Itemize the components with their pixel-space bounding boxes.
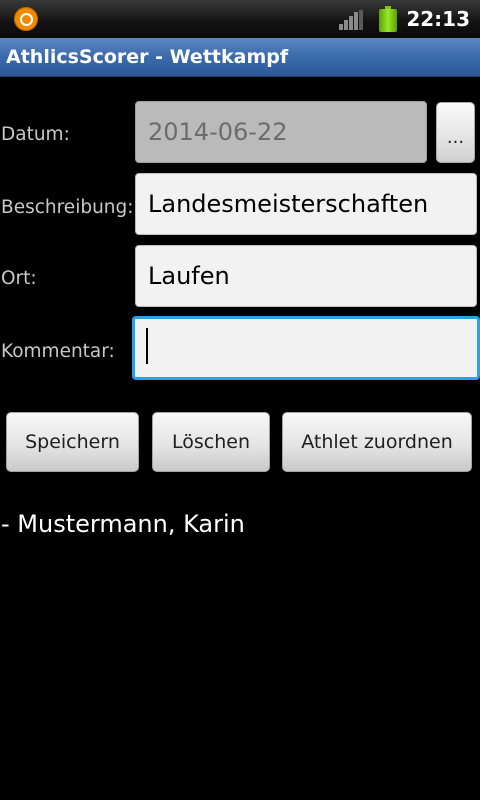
assign-athlete-button[interactable]: Athlet zuordnen bbox=[282, 412, 472, 472]
description-field[interactable]: Landesmeisterschaften bbox=[135, 173, 477, 235]
location-field[interactable]: Laufen bbox=[135, 245, 477, 307]
signal-icon bbox=[339, 10, 363, 30]
comment-field[interactable] bbox=[132, 316, 480, 380]
athlete-list: - Mustermann, Karin bbox=[0, 508, 480, 540]
title-bar: AthlicsScorer - Wettkampf bbox=[0, 38, 480, 77]
app-notification-icon bbox=[14, 7, 38, 31]
status-bar: 22:13 bbox=[0, 0, 480, 39]
text-cursor bbox=[146, 328, 148, 364]
comment-label: Kommentar: bbox=[1, 341, 115, 362]
date-field: 2014-06-22 bbox=[135, 101, 427, 163]
location-label: Ort: bbox=[1, 268, 37, 289]
description-label: Beschreibung: bbox=[1, 197, 134, 218]
battery-icon bbox=[379, 6, 397, 32]
save-button[interactable]: Speichern bbox=[6, 412, 139, 472]
date-label: Datum: bbox=[1, 124, 70, 145]
delete-button[interactable]: Löschen bbox=[152, 412, 270, 472]
app-screen: 22:13 AthlicsScorer - Wettkampf Datum: 2… bbox=[0, 0, 480, 800]
date-picker-button[interactable]: ... bbox=[436, 102, 475, 163]
status-clock: 22:13 bbox=[406, 7, 470, 31]
athlete-list-item[interactable]: - Mustermann, Karin bbox=[0, 508, 480, 540]
page-title: AthlicsScorer - Wettkampf bbox=[6, 46, 289, 68]
